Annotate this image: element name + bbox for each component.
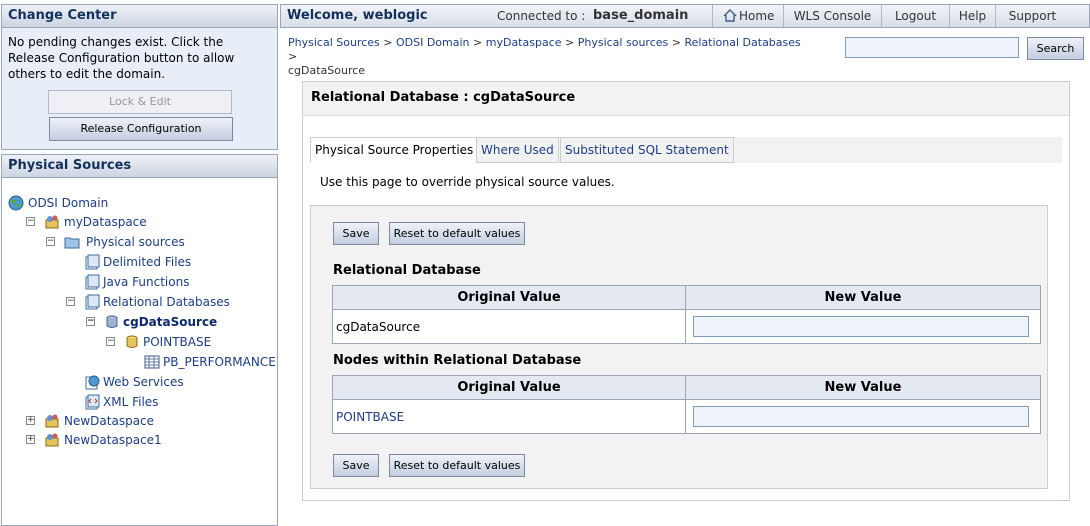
collapse-icon[interactable]: − [106, 337, 115, 346]
physical-sources-header: Physical Sources [1, 154, 278, 178]
welcome-text: Welcome, weblogic [287, 8, 428, 23]
home-icon [723, 9, 737, 22]
dataspace-icon [45, 433, 59, 447]
lock-edit-button[interactable]: Lock & Edit [48, 90, 232, 114]
save-button-bottom[interactable]: Save [333, 454, 379, 477]
home-link[interactable]: Home [712, 5, 783, 27]
table-row: cgDataSource [332, 309, 1041, 344]
page-title: Relational Database : cgDataSource [311, 90, 576, 105]
tab-physical-source-properties[interactable]: Physical Source Properties [310, 137, 479, 163]
search-button[interactable]: Search [1027, 37, 1084, 60]
reset-default-button-bottom[interactable]: Reset to default values [389, 454, 525, 477]
new-value-input[interactable] [693, 406, 1029, 427]
tree-label: Java Functions [103, 275, 190, 289]
tab-where-used[interactable]: Where Used [476, 137, 559, 163]
change-center-message: No pending changes exist. Click the Rele… [8, 35, 235, 81]
database-icon [106, 315, 118, 328]
table-row: POINTBASE [332, 399, 1041, 434]
folder-icon [64, 237, 80, 249]
expand-icon[interactable]: + [26, 435, 35, 444]
breadcrumb-item[interactable]: myDataspace [486, 36, 562, 49]
form-panel: Save Reset to default values Relational … [310, 205, 1048, 489]
home-link-label: Home [739, 9, 775, 23]
table-icon [144, 355, 160, 369]
file-icon [85, 294, 100, 310]
tree-label: Delimited Files [103, 255, 192, 269]
help-link[interactable]: Help [949, 5, 995, 27]
file-icon [85, 274, 100, 290]
section-heading-nodes: Nodes within Relational Database [333, 353, 582, 368]
tree-label: myDataspace [64, 215, 147, 229]
column-header-new: New Value [685, 375, 1041, 400]
tree-label: Relational Databases [103, 295, 230, 309]
logout-link[interactable]: Logout [881, 5, 949, 27]
original-value-cell: cgDataSource [332, 309, 686, 344]
tab-substituted-sql[interactable]: Substituted SQL Statement [560, 137, 734, 163]
breadcrumb-current: cgDataSource [288, 64, 366, 77]
change-center-panel: No pending changes exist. Click the Rele… [1, 28, 278, 150]
domain-name: base_domain [593, 8, 689, 23]
column-header-original: Original Value [332, 375, 686, 400]
breadcrumb-item[interactable]: ODSI Domain [396, 36, 470, 49]
breadcrumb-item[interactable]: Relational Databases [684, 36, 800, 49]
main-title-bar: Relational Database : cgDataSource [303, 82, 1069, 116]
tree-label: ODSI Domain [28, 196, 109, 210]
web-services-icon [85, 375, 100, 390]
column-header-original: Original Value [332, 285, 686, 310]
reset-default-button[interactable]: Reset to default values [389, 222, 525, 245]
physical-sources-title: Physical Sources [8, 158, 132, 173]
section-heading-relational-database: Relational Database [333, 263, 481, 278]
change-center-title: Change Center [8, 8, 117, 23]
schema-icon [126, 335, 138, 348]
tree-label: Web Services [103, 375, 184, 389]
tab-bar: Physical Source Properties Where Used Su… [310, 137, 1062, 163]
tree-label: NewDataspace [64, 414, 155, 428]
new-value-cell [685, 399, 1041, 434]
main-panel: Relational Database : cgDataSource Physi… [302, 81, 1070, 501]
tree-label: NewDataspace1 [64, 433, 162, 447]
intro-text: Use this page to override physical sourc… [320, 175, 615, 189]
nodes-table: Original Value New Value POINTBASE [332, 375, 1041, 434]
breadcrumb: Physical Sources > ODSI Domain > myDatas… [288, 36, 801, 77]
new-value-input[interactable] [693, 316, 1029, 337]
search-input[interactable] [845, 37, 1019, 58]
column-header-new: New Value [685, 285, 1041, 310]
relational-database-table: Original Value New Value cgDataSource [332, 285, 1041, 344]
physical-sources-tree: ODSI Domain − myDataspace − Physical sou… [1, 178, 278, 526]
collapse-icon[interactable]: − [26, 217, 35, 226]
change-center-header: Change Center [1, 4, 278, 28]
tree-label: XML Files [103, 395, 159, 409]
expand-icon[interactable]: + [26, 416, 35, 425]
tree-label: PB_PERFORMANCE [163, 355, 276, 369]
globe-icon [8, 195, 24, 211]
file-icon [85, 254, 100, 270]
collapse-icon[interactable]: − [66, 297, 75, 306]
tree-label: Physical sources [86, 235, 185, 249]
breadcrumb-item[interactable]: Physical Sources [288, 36, 380, 49]
support-link[interactable]: Support [995, 5, 1069, 27]
xml-file-icon [85, 394, 100, 410]
tree-label: cgDataSource [123, 315, 218, 329]
save-button[interactable]: Save [333, 222, 379, 245]
breadcrumb-item[interactable]: Physical sources [578, 36, 669, 49]
dataspace-icon [45, 414, 59, 428]
tree-label: POINTBASE [143, 335, 212, 349]
new-value-cell [685, 309, 1041, 344]
collapse-icon[interactable]: − [46, 237, 55, 246]
wls-console-link[interactable]: WLS Console [783, 5, 881, 27]
original-value-link[interactable]: POINTBASE [332, 399, 686, 434]
top-bar: Welcome, weblogic Connected to : base_do… [280, 4, 1090, 28]
collapse-icon[interactable]: − [86, 317, 95, 326]
connected-label: Connected to : [497, 9, 586, 23]
dataspace-icon [45, 215, 59, 229]
release-configuration-button[interactable]: Release Configuration [49, 117, 233, 141]
